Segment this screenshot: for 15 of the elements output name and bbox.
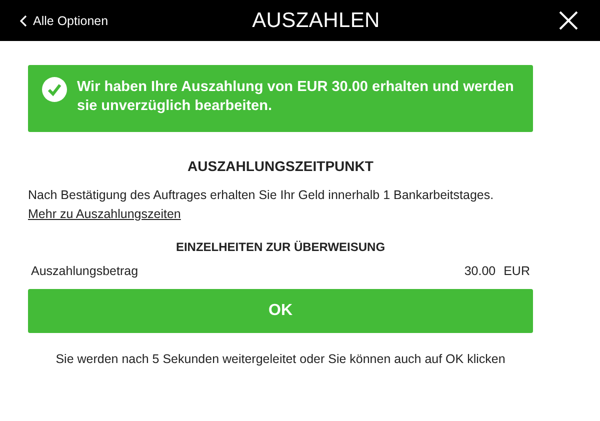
detail-amount: 30.00 [464,264,496,278]
section-heading: AUSZAHLUNGSZEITPUNKT [186,158,374,174]
success-message: Wir haben Ihre Auszahlung von EUR 30.00 erhalten und werden sie unverzüglich bearbeiten. [77,78,515,116]
page-title: AUSZAHLEN [251,8,380,32]
section-heading: EINZELHEITEN ZUR ÜBERWEISUNG [174,240,386,254]
timing-link[interactable]: Mehr zu Auszahlungszeiten [28,207,181,221]
chevron-left-icon [20,14,27,26]
check-circle-icon [42,77,67,102]
back-link[interactable]: Alle Optionen [20,14,108,28]
timing-text: Nach Bestätigung des Auftrages erhalten Sie Ihr Geld innerhalb 1 Bankarbeitstages. Mehr zu Auszahlungszeiten [28,187,495,223]
detail-label: Auszahlungsbetrag [31,264,138,278]
close-icon [559,11,578,30]
redirect-note: Sie werden nach 5 Sekunden weitergeleitet oder Sie können auch auf OK klicken [54,352,506,366]
detail-currency: EUR [504,264,530,278]
close-button[interactable] [559,11,578,30]
